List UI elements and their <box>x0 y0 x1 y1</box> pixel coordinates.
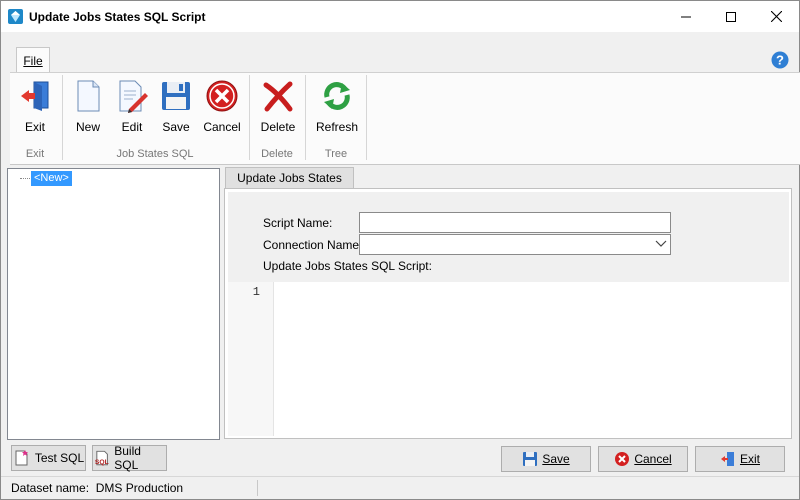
tree-panel: <New> <box>7 168 220 440</box>
detail-panel: Script Name: Connection Name: Update Job… <box>224 188 792 439</box>
close-button[interactable] <box>753 1 799 32</box>
app-icon <box>8 9 23 24</box>
exit-door-icon <box>720 452 734 466</box>
status-separator <box>257 480 258 496</box>
ribbon-cancel-label: Cancel <box>203 120 241 134</box>
ribbon-delete-button[interactable]: Delete <box>256 76 300 134</box>
cancel-icon <box>615 452 630 466</box>
status-bar: Dataset name: DMS Production <box>1 476 799 499</box>
ribbon-refresh-button[interactable]: Refresh <box>315 76 359 134</box>
tab-file[interactable]: File <box>16 47 50 73</box>
window-title: Update Jobs States SQL Script <box>29 10 206 24</box>
tree-item-new[interactable]: <New> <box>31 171 72 186</box>
sql-editor[interactable]: 1 <box>228 282 789 436</box>
group-separator <box>305 75 306 160</box>
group-separator <box>366 75 367 160</box>
group-label-delete: Delete <box>261 148 293 160</box>
svg-text:?: ? <box>776 53 784 68</box>
build-sql-icon: SQL <box>95 450 109 466</box>
group-label-tree: Tree <box>324 148 348 160</box>
ribbon-save-button[interactable]: Save <box>154 76 198 134</box>
help-icon[interactable]: ? <box>771 51 789 69</box>
edit-document-icon <box>119 80 148 113</box>
editor-gutter: 1 <box>228 282 274 436</box>
minimize-button[interactable] <box>663 1 709 32</box>
save-button[interactable]: Save <box>501 446 591 472</box>
script-name-input[interactable] <box>359 212 671 233</box>
form-area: Script Name: Connection Name: Update Job… <box>228 192 789 282</box>
application-window: Update Jobs States SQL Script File ? Exi… <box>0 0 800 500</box>
title-bar: Update Jobs States SQL Script <box>1 1 799 32</box>
script-name-label: Script Name: <box>263 216 333 230</box>
build-sql-button[interactable]: SQL Build SQL <box>92 444 167 472</box>
save-floppy-icon <box>162 82 190 110</box>
maximize-button[interactable] <box>708 1 754 32</box>
test-sql-label: Test SQL <box>34 451 85 465</box>
connection-name-select[interactable] <box>359 234 671 255</box>
exit-label: Exit <box>739 452 760 466</box>
save-floppy-icon <box>523 452 538 466</box>
exit-door-icon <box>21 81 49 111</box>
ribbon-cancel-button[interactable]: Cancel <box>200 76 244 134</box>
new-document-icon <box>77 80 100 112</box>
test-sql-icon <box>15 450 28 466</box>
ribbon-tab-strip: File ? <box>1 32 799 73</box>
script-label: Update Jobs States SQL Script: <box>263 259 432 273</box>
ribbon-exit-button[interactable]: Exit <box>13 76 57 134</box>
line-number: 1 <box>252 285 260 299</box>
group-label-exit: Exit <box>25 148 45 160</box>
group-separator <box>249 75 250 160</box>
refresh-arrows-icon <box>324 82 350 110</box>
exit-button[interactable]: Exit <box>695 446 785 472</box>
ribbon-exit-label: Exit <box>24 120 45 134</box>
cancel-label: Cancel <box>634 452 672 466</box>
save-label: Save <box>542 452 570 466</box>
close-icon <box>770 11 782 22</box>
cancel-icon <box>206 80 238 112</box>
build-sql-label: Build SQL <box>114 444 141 472</box>
chevron-down-icon <box>655 240 667 247</box>
svg-text:SQL: SQL <box>95 459 109 466</box>
minimize-icon <box>681 16 691 17</box>
maximize-icon <box>726 11 736 22</box>
ribbon-delete-label: Delete <box>260 120 296 134</box>
group-label-job-states-sql: Job States SQL <box>116 148 194 160</box>
cancel-button[interactable]: Cancel <box>598 446 688 472</box>
test-sql-button[interactable]: Test SQL <box>11 445 86 471</box>
ribbon-refresh-label: Refresh <box>315 120 359 134</box>
delete-x-icon <box>263 81 293 112</box>
group-separator <box>62 75 63 160</box>
tab-update-jobs-states-sql[interactable]: Update Jobs States SQL <box>225 167 354 206</box>
dataset-name-status: Dataset name: DMS Production <box>11 481 184 495</box>
ribbon: Exit New Edit Save Cancel Delete Refresh… <box>10 72 800 165</box>
connection-name-label: Connection Name: <box>263 238 363 252</box>
